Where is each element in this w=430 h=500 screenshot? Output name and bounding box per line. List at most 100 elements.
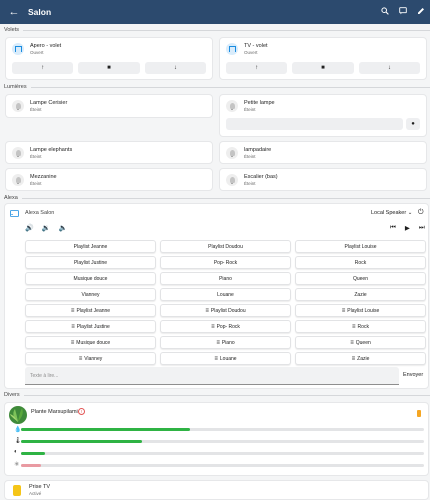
chevron-down-icon: ⌄ (407, 210, 413, 216)
window-shutter-icon (12, 43, 24, 55)
queue-playlist-button[interactable]: ≡ Playlist Jeanne (25, 304, 156, 317)
play-icon[interactable]: ▶ (405, 224, 410, 232)
tts-text-input[interactable]: Texte à lire... (25, 367, 399, 385)
section-title: Alexa (4, 195, 18, 201)
entity-name: Lampe Cerisier (30, 100, 68, 106)
volume-down-icon[interactable]: 🔉 (42, 224, 51, 232)
entity-name: Mezzanine (30, 174, 57, 180)
playlist-button[interactable]: Rock (295, 256, 426, 269)
queue-playlist-button[interactable]: ≡ Playlist Louise (295, 304, 426, 317)
pencil-icon[interactable] (412, 7, 430, 17)
entity-state: Activé (29, 491, 42, 496)
queue-playlist-button[interactable]: ≡ Pop- Rock (160, 320, 291, 333)
power-icon[interactable]: ⏻ (418, 209, 424, 217)
playlist-plus-icon: ≡ (70, 307, 75, 314)
queue-playlist-button[interactable]: ≡ Vianney (25, 352, 156, 365)
moisture-bar (21, 428, 424, 431)
section-volets: Volets (4, 27, 430, 33)
playlist-plus-icon: ≡ (216, 339, 220, 346)
cover-card[interactable]: TV - volet Ouvert ↑ ■ ↓ (219, 37, 427, 80)
queue-playlist-button[interactable]: ≡ Playlist Justine (25, 320, 156, 333)
playlist-button[interactable]: Zazie (295, 288, 426, 301)
queue-playlist-button[interactable]: ≡ Louane (160, 352, 291, 365)
send-button[interactable]: Envoyer (403, 372, 423, 378)
section-divers: Divers (4, 392, 430, 398)
playlist-button[interactable]: Playlist Jeanne (25, 240, 156, 253)
cover-close-button[interactable]: ↓ (144, 62, 206, 74)
playlist-button[interactable]: Playlist Louise (295, 240, 426, 253)
cast-icon (10, 210, 19, 219)
transport-controls: ⏮ ▶ ⏭ (390, 224, 425, 232)
playlist-plus-icon: ≡ (70, 339, 75, 346)
page-title: Salon (28, 7, 52, 17)
search-icon[interactable] (376, 7, 394, 17)
entity-state: Éteint (30, 181, 42, 186)
plant-image (9, 406, 27, 424)
queue-playlist-button[interactable]: ≡ Playlist Doudou (160, 304, 291, 317)
next-icon[interactable]: ⏭ (419, 224, 425, 232)
app-header: ← Salon (0, 0, 430, 24)
entity-state: Éteint (244, 181, 256, 186)
cover-open-button[interactable]: ↑ (12, 62, 74, 74)
entity-state: Éteint (244, 154, 256, 159)
cover-close-button[interactable]: ↓ (358, 62, 420, 74)
section-lumieres: Lumières (4, 84, 430, 90)
playlist-button[interactable]: Vianney (25, 288, 156, 301)
switch-card[interactable]: Prise TV Activé (4, 480, 429, 500)
lightbulb-icon (12, 174, 24, 186)
queue-playlist-button[interactable]: ≡ Rock (295, 320, 426, 333)
battery-icon (417, 410, 421, 417)
playlist-plus-icon: ≡ (211, 323, 215, 330)
playlist-button[interactable]: Louane (160, 288, 291, 301)
lightbulb-icon (226, 100, 238, 112)
queue-playlist-button[interactable]: ≡ Queen (295, 336, 426, 349)
previous-icon[interactable]: ⏮ (390, 224, 396, 232)
playlist-button[interactable]: Pop- Rock (160, 256, 291, 269)
volume-up-icon[interactable]: 🔊 (25, 224, 34, 232)
light-card[interactable]: Lampe elephants Éteint (5, 141, 213, 164)
playlist-button[interactable]: Queen (295, 272, 426, 285)
lightbulb-icon[interactable]: ● (406, 118, 420, 130)
entity-name: Lampe elephants (30, 147, 73, 153)
lightbulb-icon (226, 147, 238, 159)
section-title: Divers (4, 392, 20, 398)
device-name: Alexa Salon (25, 210, 55, 216)
lightbulb-icon (12, 147, 24, 159)
cover-open-button[interactable]: ↑ (226, 62, 288, 74)
light-card[interactable]: Mezzanine Éteint (5, 168, 213, 191)
lightbulb-icon (12, 100, 24, 112)
section-alexa: Alexa (4, 195, 430, 201)
playlist-button[interactable]: Musique douce (25, 272, 156, 285)
brightness-slider[interactable] (226, 118, 403, 130)
entity-state: Éteint (30, 107, 42, 112)
cover-card[interactable]: Apero - volet Ouvert ↑ ■ ↓ (5, 37, 213, 80)
light-card[interactable]: Escalier (bas) Éteint (219, 168, 427, 191)
entity-name: Petite lampe (244, 100, 275, 106)
volume-mute-icon[interactable]: 🔈 (58, 224, 67, 232)
entity-state: Ouvert (30, 50, 44, 55)
queue-playlist-button[interactable]: ≡ Musique douce (25, 336, 156, 349)
entity-state: Éteint (244, 107, 256, 112)
light-card[interactable]: Lampe Cerisier Éteint (5, 94, 213, 118)
power-plug-icon (13, 485, 21, 496)
message-icon[interactable] (394, 7, 412, 17)
cover-stop-button[interactable]: ■ (78, 62, 140, 74)
arrow-left-icon[interactable]: ← (0, 6, 28, 18)
light-card[interactable]: lampadaire Éteint (219, 141, 427, 164)
light-card[interactable]: Petite lampe Éteint ● (219, 94, 427, 137)
entity-name: Prise TV (29, 484, 50, 490)
playlist-button[interactable]: Playlist Justine (25, 256, 156, 269)
playlist-plus-icon: ≡ (341, 307, 346, 314)
playlist-button[interactable]: Piano (160, 272, 291, 285)
entity-state: Éteint (30, 154, 42, 159)
input-placeholder: Texte à lire... (30, 373, 59, 379)
cover-stop-button[interactable]: ■ (292, 62, 354, 74)
playlist-button[interactable]: Playlist Doudou (160, 240, 291, 253)
temperature-bar (21, 440, 424, 443)
queue-playlist-button[interactable]: ≡ Zazie (295, 352, 426, 365)
plant-card[interactable]: Plante Marsupilami ! 💧 🌡 ◐ ⚛ (4, 402, 429, 476)
queue-playlist-button[interactable]: ≡ Piano (160, 336, 291, 349)
playlist-plus-icon: ≡ (214, 355, 218, 362)
playlist-plus-icon: ≡ (205, 307, 209, 314)
source-select[interactable]: Local Speaker ⌄ (371, 210, 412, 216)
